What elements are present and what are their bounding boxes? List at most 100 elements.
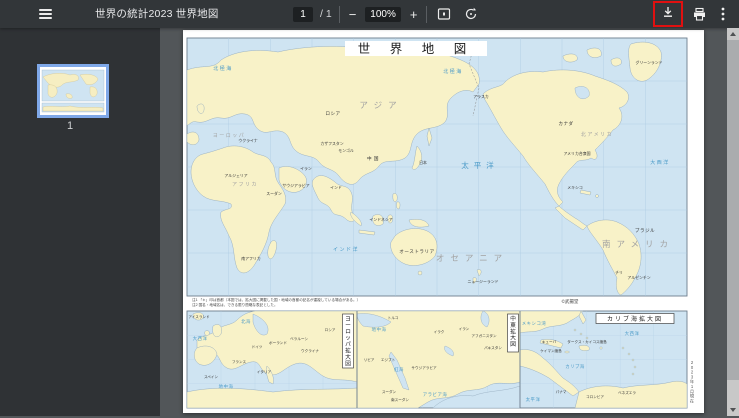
map-label: サウジアラビア [411, 365, 437, 370]
map-label: 南アメリカ [602, 239, 674, 249]
map-label: パナマ [556, 389, 567, 394]
map-label: インド [330, 185, 342, 190]
map-label: アイスランド [188, 314, 210, 319]
print-icon[interactable] [687, 0, 711, 28]
map-label: キューバ [542, 340, 557, 344]
map-label: アジア [359, 100, 402, 110]
map-label: 北アメリカ [581, 131, 613, 138]
map-label: コロンビア [586, 394, 604, 399]
map-label: ケイマン諸島 [540, 348, 562, 353]
map-label: ニュージーランド [467, 279, 498, 284]
document-viewport: 世 界 地 図 カリブ海拡大図 ヨーロッパ拡大図 中東拡大図 2 0 2 3 年… [160, 28, 727, 416]
thumbnail-page-number: 1 [66, 120, 74, 132]
toolbar-page-controls: 1 / 1 − 100% + [293, 0, 481, 28]
map-label: 注1 「＊」印は首都（本図では、拡大図に掲載した国・地域の首都の記名が重複してい… [192, 297, 360, 302]
zoom-in-button[interactable]: + [408, 7, 420, 22]
scrollbar-thumb[interactable] [727, 40, 739, 380]
map-label: ウクライナ [238, 138, 257, 143]
map-label: 日本 [419, 160, 427, 165]
page-thumbnail-selected[interactable] [37, 64, 109, 118]
pdf-page: 世 界 地 図 カリブ海拡大図 ヨーロッパ拡大図 中東拡大図 2 0 2 3 年… [183, 30, 704, 413]
map-label: グリーンランド [635, 60, 662, 65]
map-label: ポーランド [269, 340, 287, 345]
map-label: モンゴル [338, 148, 354, 153]
map-label: 北極海 [213, 65, 233, 72]
map-label: アルゼンチン [627, 275, 650, 280]
map-label: イラク [434, 329, 445, 334]
map-label: 北極海 [443, 68, 463, 75]
zoom-level-display[interactable]: 100% [365, 6, 401, 22]
page-number-input[interactable]: 1 [293, 6, 313, 22]
world-map: 世 界 地 図 カリブ海拡大図 ヨーロッパ拡大図中東拡大図2 0 2 3 年 1… [186, 37, 695, 409]
map-label: 北海 [241, 318, 251, 325]
map-label: アメリカ合衆国 [563, 151, 590, 156]
menu-icon[interactable] [36, 0, 54, 28]
map-label: ©武揚堂 [562, 298, 579, 305]
map-label: 大西洋 [650, 159, 670, 166]
map-label: イラン [300, 166, 312, 171]
map-label: フランス [232, 359, 247, 364]
map-label: イタリア [257, 369, 272, 374]
map-label: 大西洋 [193, 335, 208, 342]
map-label: アフガニスタン [471, 333, 497, 338]
scroll-up-button[interactable] [727, 28, 739, 40]
map-label: スーダン [382, 389, 397, 394]
document-title: 世界の統計2023 世界地図 [95, 8, 219, 20]
map-label: インドネシア [369, 217, 392, 222]
toolbar-divider [426, 5, 428, 23]
map-label: リビア [364, 357, 375, 362]
map-label: ベネズエラ [618, 390, 636, 395]
map-label: カザフスタン [320, 141, 343, 146]
scroll-down-button[interactable] [727, 404, 739, 416]
map-label: アラビア海 [423, 391, 448, 398]
map-label: 南スーダン [391, 397, 409, 402]
fit-page-icon[interactable] [434, 0, 454, 28]
map-label: 紅海 [394, 366, 404, 373]
toolbar-actions [653, 0, 735, 28]
map-label: メキシコ [567, 185, 583, 190]
map-label: オセアニア [436, 253, 508, 263]
map-label: スペイン [204, 374, 219, 379]
map-label: 中 国 [367, 155, 379, 162]
map-label: インド洋 [333, 246, 359, 253]
map-label: 注2 国名・地域名は、できる限り簡略な表記とした。 [192, 302, 278, 307]
map-label: 地中海 [372, 326, 387, 333]
map-label: 太平洋 [526, 396, 541, 403]
map-label: アラスカ [473, 94, 489, 99]
map-label: 地中海 [219, 383, 234, 390]
map-title: 世 界 地 図 [358, 42, 474, 56]
thumbnail-map-image [41, 69, 105, 113]
page-count-label: / 1 [320, 8, 332, 20]
inset-title-europe: ヨーロッパ拡大図 [345, 316, 351, 368]
map-label: メキシコ湾 [522, 320, 547, 327]
map-label: アフリカ [232, 182, 258, 188]
map-label: ベラルーシ [290, 336, 308, 341]
inset-title-caribbean: カリブ海拡大図 [607, 315, 663, 323]
map-label: カリブ海 [565, 363, 585, 370]
inset-title-middle-east: 中東拡大図 [510, 315, 516, 349]
map-label: パキスタン [484, 345, 502, 350]
map-label: ロシア [325, 327, 336, 332]
map-label: イラン [459, 326, 470, 331]
rotate-icon[interactable] [461, 0, 481, 28]
map-label: スーダン [266, 191, 282, 196]
map-label: トルコ [388, 316, 399, 320]
map-label: ブラジル [635, 227, 655, 234]
toolbar-divider [338, 5, 340, 23]
map-label: ウクライナ [301, 348, 319, 353]
zoom-out-button[interactable]: − [347, 7, 359, 22]
as-of-date-vertical: 2 0 2 3 年 1 月現在 [690, 360, 695, 403]
map-label: タークス・カイコス諸島 [567, 339, 607, 344]
more-options-icon[interactable] [711, 0, 735, 28]
map-label: ドイツ [252, 345, 263, 349]
map-label: 南アフリカ [241, 256, 261, 261]
map-label: 大西洋 [625, 330, 640, 337]
map-label: アルジェリア [224, 173, 247, 178]
map-label: サウジアラビア [282, 183, 309, 188]
map-label: カナダ [558, 120, 573, 127]
pdf-toolbar: 世界の統計2023 世界地図 1 / 1 − 100% + [0, 0, 739, 28]
download-icon[interactable] [661, 5, 675, 24]
pdf-viewer-window: { "toolbar": { "title": "世界の統計2023 世界地図"… [0, 0, 739, 416]
download-highlight-box [653, 1, 683, 27]
vertical-scrollbar[interactable] [727, 28, 739, 416]
